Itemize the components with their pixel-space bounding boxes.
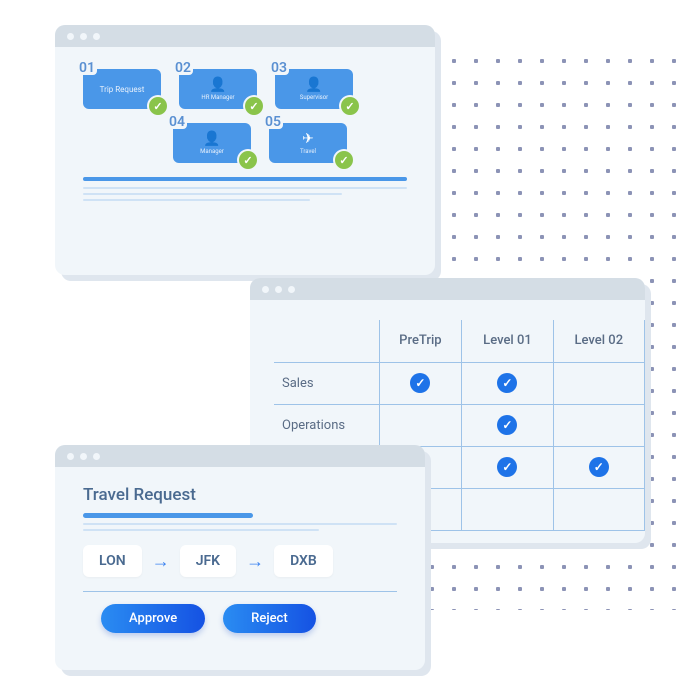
step-label: Travel — [300, 148, 316, 155]
check-icon: ✓ — [149, 97, 167, 115]
airport-chip[interactable]: LON — [83, 545, 142, 577]
window-titlebar — [55, 445, 425, 467]
row-label: Operations — [274, 404, 379, 446]
route-row: LON → JFK → DXB — [83, 545, 397, 577]
check-icon: ✓ — [589, 457, 609, 477]
arrow-right-icon: → — [152, 551, 170, 572]
approve-button[interactable]: Approve — [101, 604, 205, 633]
column-header: Level 01 — [462, 320, 553, 362]
table-header-row: PreTrip Level 01 Level 02 — [274, 320, 645, 362]
text-placeholder-lines — [83, 177, 407, 201]
window-dot — [80, 453, 87, 460]
step-label: HR Manager — [201, 94, 234, 101]
arrow-right-icon: → — [246, 551, 264, 572]
table-row: Operations ✓ — [274, 404, 645, 446]
check-icon: ✓ — [497, 457, 517, 477]
window-dot — [275, 286, 282, 293]
person-icon: 👤 — [209, 78, 226, 92]
text-placeholder-bar — [83, 513, 253, 518]
window-titlebar — [55, 25, 435, 47]
table-row: Sales ✓ ✓ — [274, 362, 645, 404]
workflow-step-hr-manager[interactable]: 02 👤 HR Manager ✓ — [179, 69, 257, 109]
step-number: 02 — [173, 61, 193, 75]
plane-icon: ✈ — [302, 132, 314, 146]
window-dot — [288, 286, 295, 293]
check-icon: ✓ — [410, 373, 430, 393]
column-header: PreTrip — [379, 320, 462, 362]
workflow-step-manager[interactable]: 04 👤 Manager ✓ — [173, 123, 251, 163]
step-label: Manager — [200, 148, 224, 155]
person-icon: 👤 — [305, 78, 322, 92]
workflow-step-travel[interactable]: 05 ✈ Travel ✓ — [269, 123, 347, 163]
person-icon: 👤 — [203, 132, 220, 146]
workflow-window: 01 Trip Request ✓ 02 👤 HR Manager ✓ 03 👤… — [55, 25, 435, 275]
workflow-step-supervisor[interactable]: 03 👤 Supervisor ✓ — [275, 69, 353, 109]
step-label: Supervisor — [300, 94, 328, 101]
window-dot — [93, 33, 100, 40]
window-dot — [80, 33, 87, 40]
workflow-step-trip-request[interactable]: 01 Trip Request ✓ — [83, 69, 161, 109]
check-icon: ✓ — [497, 415, 517, 435]
window-titlebar — [250, 278, 645, 300]
check-icon: ✓ — [341, 97, 359, 115]
window-dot — [67, 33, 74, 40]
reject-button[interactable]: Reject — [223, 604, 316, 633]
page-title: Travel Request — [83, 485, 397, 505]
airport-chip[interactable]: DXB — [274, 545, 333, 577]
check-icon: ✓ — [497, 373, 517, 393]
check-icon: ✓ — [239, 151, 257, 169]
airport-chip[interactable]: JFK — [180, 545, 236, 577]
text-placeholder-line — [83, 529, 319, 531]
divider — [83, 591, 397, 592]
step-number: 03 — [269, 61, 289, 75]
check-icon: ✓ — [245, 97, 263, 115]
window-dot — [67, 453, 74, 460]
travel-request-window: Travel Request LON → JFK → DXB Approve R… — [55, 445, 425, 670]
window-dot — [93, 453, 100, 460]
text-placeholder-line — [83, 523, 397, 525]
check-icon: ✓ — [335, 151, 353, 169]
step-label: Trip Request — [100, 85, 145, 94]
step-number: 04 — [167, 115, 187, 129]
step-number: 05 — [263, 115, 283, 129]
column-header: Level 02 — [553, 320, 644, 362]
step-number: 01 — [77, 61, 97, 75]
window-dot — [262, 286, 269, 293]
row-label: Sales — [274, 362, 379, 404]
